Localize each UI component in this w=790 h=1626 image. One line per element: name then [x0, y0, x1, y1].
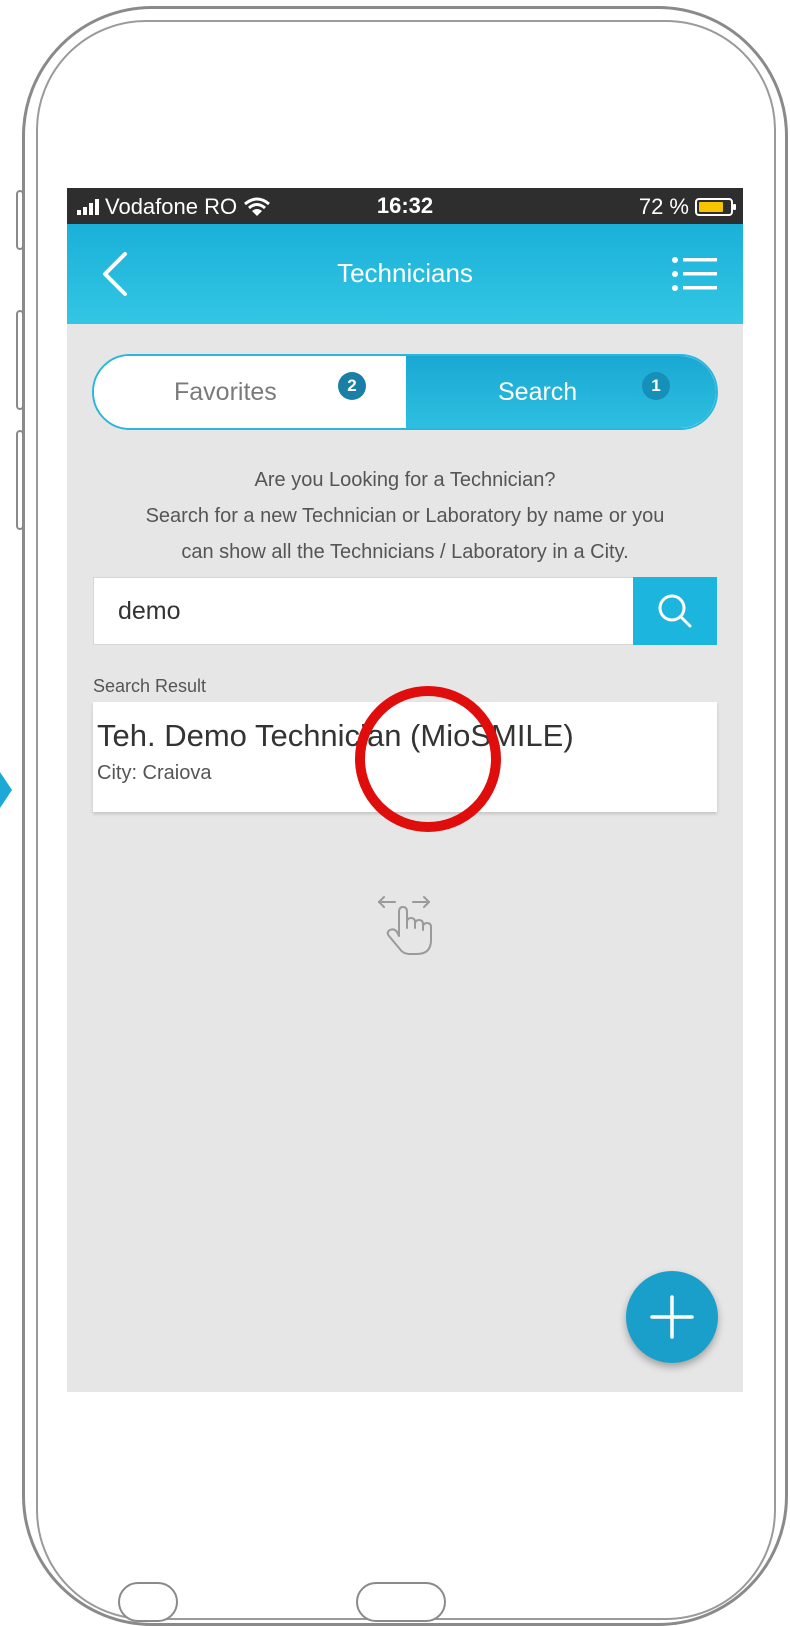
tap-indicator-circle [355, 686, 501, 832]
frame-bottom-nub-center [356, 1582, 446, 1622]
technician-name: Teh. Demo Technician (MioSMILE) [97, 718, 574, 753]
search-button[interactable] [633, 577, 717, 645]
plus-icon [650, 1295, 694, 1339]
volume-down-button [16, 430, 24, 530]
swipe-hand-icon [378, 896, 432, 955]
search-instructions: Are you Looking for a Technician? Search… [67, 462, 743, 570]
tab-search-label: Search [498, 378, 578, 406]
status-bar: Vodafone RO 16:32 72 % [67, 188, 743, 224]
search-input[interactable] [94, 578, 634, 644]
volume-up-button [16, 310, 24, 410]
page-title: Technicians [337, 258, 473, 288]
favorites-count-badge: 2 [338, 372, 366, 400]
tab-favorites-label: Favorites [174, 378, 277, 406]
tab-search[interactable]: Search 1 [406, 356, 716, 428]
add-button[interactable] [626, 1271, 718, 1363]
edge-arrow-icon [0, 772, 12, 808]
intro-line-1: Are you Looking for a Technician? [254, 469, 556, 491]
intro-line-3: can show all the Technicians / Laborator… [181, 541, 629, 563]
search-icon [658, 594, 692, 628]
battery-info: 72 % [638, 194, 736, 220]
tab-switcher: Favorites 2 Search 1 [92, 354, 718, 430]
search-result-heading: Search Result [93, 676, 207, 696]
battery-percent: 72 % [638, 194, 689, 219]
tab-favorites[interactable]: Favorites 2 [94, 356, 406, 428]
nav-bar: Technicians [67, 224, 743, 324]
mute-switch [16, 190, 24, 250]
search-bar [93, 577, 717, 645]
search-count-badge: 1 [642, 372, 670, 400]
technician-city: City: Craiova [97, 762, 212, 784]
battery-icon [695, 198, 736, 216]
list-menu-icon[interactable] [671, 256, 717, 292]
intro-line-2: Search for a new Technician or Laborator… [145, 505, 665, 527]
frame-bottom-nub-left [118, 1582, 178, 1622]
